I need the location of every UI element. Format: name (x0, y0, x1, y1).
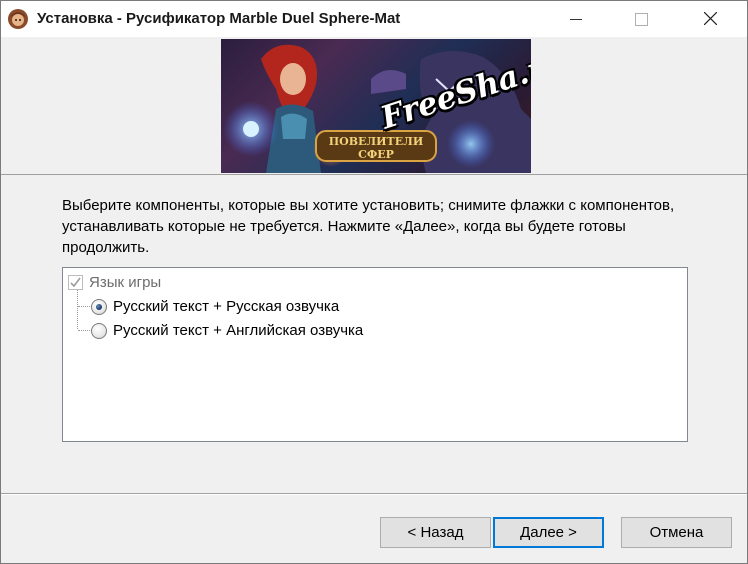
installer-window: Установка - Русификатор Marble Duel Sphe… (0, 0, 748, 564)
russian-voice-label[interactable]: Русский текст + Русская озвучка (113, 298, 339, 315)
close-icon[interactable] (687, 1, 733, 37)
cancel-button[interactable]: Отмена (621, 517, 732, 548)
banner-logo-line1: ПОВЕЛИТЕЛИ (329, 135, 423, 148)
tree-connector (78, 330, 90, 331)
back-button[interactable]: < Назад (380, 517, 491, 548)
banner-logo-line2: СФЕР (358, 148, 394, 161)
title-bar[interactable]: Установка - Русификатор Marble Duel Sphe… (1, 1, 747, 37)
english-voice-radio[interactable] (91, 323, 107, 339)
instructions-text: Выберите компоненты, которые вы хотите у… (62, 197, 675, 256)
english-voice-label[interactable]: Русский текст + Английская озвучка (113, 322, 363, 339)
game-language-label: Язык игры (89, 274, 162, 291)
tree-connector (77, 290, 78, 329)
app-icon (8, 9, 28, 29)
russian-voice-radio[interactable] (91, 299, 107, 315)
banner-area: ПОВЕЛИТЕЛИ СФЕР FreeSha.net (1, 37, 747, 175)
maximize-icon[interactable] (619, 1, 665, 37)
window-title: Установка - Русификатор Marble Duel Sphe… (37, 10, 401, 27)
tree-connector (78, 306, 90, 307)
footer-separator (1, 493, 747, 495)
components-tree: Язык игры Русский текст + Русская озвучк… (62, 267, 688, 442)
game-language-checkbox (68, 275, 83, 290)
banner-image: ПОВЕЛИТЕЛИ СФЕР FreeSha.net (221, 39, 531, 173)
next-button[interactable]: Далее > (493, 517, 604, 548)
minimize-icon[interactable] (552, 1, 598, 37)
